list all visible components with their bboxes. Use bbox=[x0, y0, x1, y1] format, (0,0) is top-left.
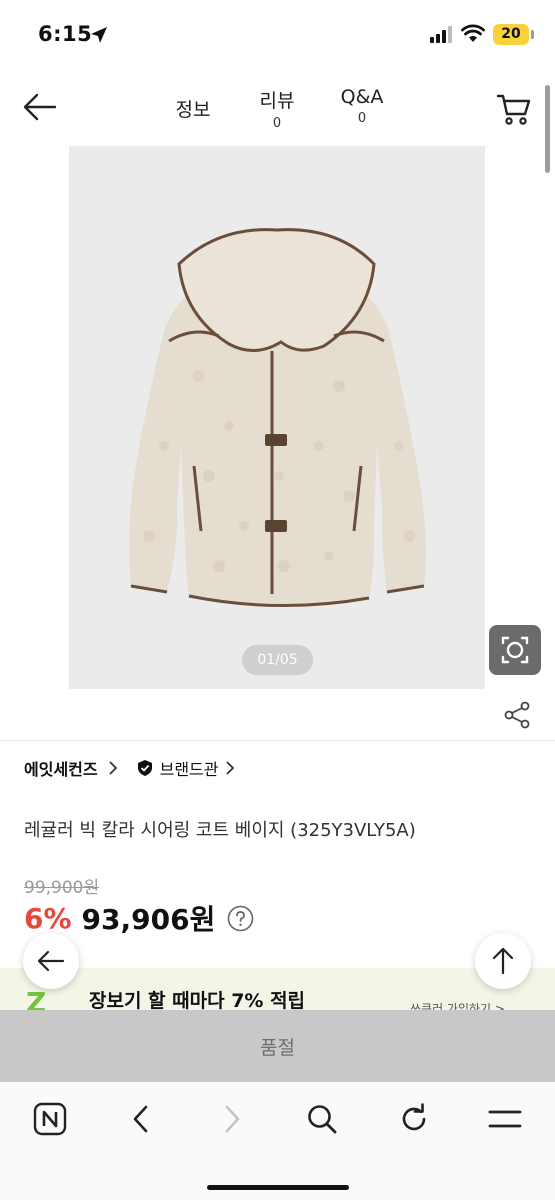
battery-level: 20 bbox=[493, 24, 529, 45]
status-time: 6:15 bbox=[38, 22, 93, 46]
home-button[interactable] bbox=[30, 1102, 70, 1136]
sale-price: 93,906원 bbox=[81, 903, 216, 936]
browser-back-button[interactable] bbox=[121, 1102, 161, 1136]
original-price: 99,900원 bbox=[24, 878, 100, 898]
back-arrow-icon[interactable] bbox=[22, 92, 58, 122]
discount-rate: 6% bbox=[24, 901, 72, 935]
brand-row: 에잇세컨즈 브랜드관 bbox=[24, 755, 235, 781]
cart-icon[interactable] bbox=[496, 92, 532, 126]
browser-toolbar bbox=[0, 1082, 555, 1200]
tab-qna-count: 0 bbox=[357, 111, 367, 126]
n-logo-icon bbox=[33, 1102, 67, 1136]
tab-review-label: 리뷰 bbox=[259, 90, 295, 112]
reload-button[interactable] bbox=[394, 1102, 434, 1136]
brand-name-link[interactable]: 에잇세컨즈 bbox=[24, 756, 98, 780]
reload-icon bbox=[402, 1103, 426, 1131]
tab-qna-label: Q&A bbox=[340, 86, 384, 108]
promo-logo: Z bbox=[26, 986, 47, 1012]
lens-search-button[interactable] bbox=[489, 625, 541, 675]
chevron-left-icon bbox=[133, 1105, 148, 1133]
wifi-icon bbox=[461, 24, 485, 42]
promo-banner[interactable]: Z 장보기 할 때마다 7% 적립 쓰큰러 가입하기 > bbox=[0, 968, 555, 1012]
scroll-indicator[interactable] bbox=[545, 85, 550, 173]
menu-icon bbox=[488, 1110, 522, 1128]
status-bar: 6:15 20 bbox=[0, 0, 555, 70]
tab-qna[interactable]: Q&A 0 bbox=[334, 86, 390, 126]
lens-icon bbox=[501, 636, 529, 664]
promo-text: 장보기 할 때마다 7% 적립 bbox=[89, 990, 306, 1012]
chevron-right-icon bbox=[225, 1105, 240, 1133]
browser-forward-button[interactable] bbox=[212, 1102, 252, 1136]
page-header: 정보 리뷰 0 Q&A 0 bbox=[0, 78, 555, 138]
product-title: 레귤러 빅 칼라 시어링 코트 베이지 (325Y3VLY5A) bbox=[24, 820, 416, 841]
search-icon bbox=[308, 1105, 337, 1134]
tab-review-count: 0 bbox=[272, 116, 282, 131]
home-indicator[interactable] bbox=[207, 1185, 349, 1190]
signal-icon bbox=[430, 26, 452, 43]
location-arrow-icon bbox=[91, 27, 107, 43]
share-icon[interactable] bbox=[503, 701, 531, 729]
menu-button[interactable] bbox=[485, 1102, 525, 1136]
back-arrow-icon bbox=[37, 950, 65, 972]
arrow-up-icon bbox=[492, 947, 514, 975]
chevron-right-icon bbox=[108, 761, 117, 775]
tab-info[interactable]: 정보 bbox=[168, 95, 218, 122]
price-row: 6% 93,906원 bbox=[24, 898, 254, 938]
scroll-to-top-button[interactable] bbox=[475, 933, 531, 989]
brand-shop-link[interactable]: 브랜드관 bbox=[160, 756, 219, 780]
image-counter: 01/05 bbox=[242, 645, 313, 675]
search-button[interactable] bbox=[302, 1102, 342, 1136]
coat-illustration bbox=[129, 228, 426, 607]
product-image[interactable]: 01/05 bbox=[69, 146, 485, 689]
tab-info-label: 정보 bbox=[175, 99, 211, 121]
battery-cap bbox=[531, 30, 534, 39]
floating-back-button[interactable] bbox=[23, 933, 79, 989]
section-divider bbox=[0, 740, 555, 741]
question-icon[interactable] bbox=[227, 905, 254, 932]
soldout-button[interactable]: 품절 bbox=[0, 1010, 555, 1082]
soldout-label: 품절 bbox=[260, 1036, 295, 1059]
chevron-right-icon bbox=[225, 761, 234, 775]
tab-review[interactable]: 리뷰 0 bbox=[250, 86, 304, 131]
shield-check-icon bbox=[137, 760, 152, 776]
